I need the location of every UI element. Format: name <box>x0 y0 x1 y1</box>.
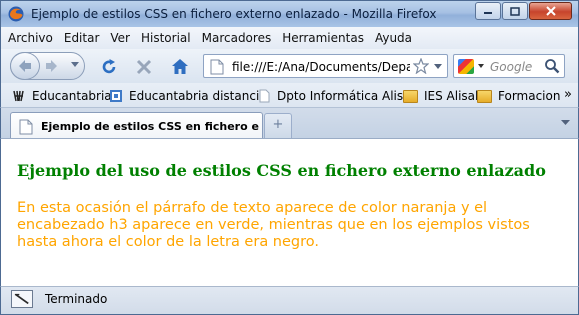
bookmarks-overflow-icon[interactable]: » <box>564 87 572 102</box>
window-title-bar[interactable]: Ejemplo de estilos CSS en fichero extern… <box>0 0 579 27</box>
educantabria-distancia-icon <box>110 90 122 102</box>
url-text[interactable]: file:///E:/Ana/Documents/Departamento/ <box>232 60 410 74</box>
search-bar[interactable]: Google <box>453 54 565 78</box>
menu-historial[interactable]: Historial <box>141 31 191 45</box>
url-dropdown-icon[interactable] <box>434 64 442 69</box>
google-engine-icon[interactable] <box>458 59 474 74</box>
bookmark-ies-alisal[interactable]: IES Alisal <box>403 89 478 103</box>
bookmarks-toolbar: Educantabria Educantabria distancia Dpto… <box>0 83 579 108</box>
bookmark-label: Educantabria <box>32 89 112 103</box>
bookmark-label: Educantabria distancia <box>129 89 267 103</box>
firefox-logo-icon <box>8 6 24 22</box>
page-content: Ejemplo del uso de estilos CSS en ficher… <box>0 138 579 286</box>
back-button[interactable] <box>10 52 40 80</box>
window-title: Ejemplo de estilos CSS en fichero extern… <box>31 7 437 21</box>
bookmark-star-icon[interactable] <box>413 58 429 74</box>
menu-herramientas[interactable]: Herramientas <box>282 31 364 45</box>
tab-active[interactable]: Ejemplo de estilos CSS en fichero ext... <box>10 112 263 139</box>
bookmark-educantabria[interactable]: Educantabria <box>12 89 112 103</box>
status-activity-icon <box>11 290 33 308</box>
bookmark-formacion[interactable]: Formacion <box>477 89 560 103</box>
bookmark-dpto-informatica[interactable]: Dpto Informática Alisal <box>257 89 414 103</box>
menu-editar[interactable]: Editar <box>64 31 100 45</box>
back-forward-group <box>10 52 85 80</box>
menu-marcadores[interactable]: Marcadores <box>202 31 272 45</box>
menu-ayuda[interactable]: Ayuda <box>375 31 412 45</box>
status-text: Terminado <box>45 292 108 306</box>
minimize-icon <box>484 12 492 14</box>
page-icon <box>259 89 270 103</box>
tab-strip: Ejemplo de estilos CSS en fichero ext...… <box>0 108 579 139</box>
history-dropdown-icon[interactable] <box>71 62 79 68</box>
maximize-button[interactable] <box>502 2 528 20</box>
minimize-button[interactable] <box>475 2 501 20</box>
search-icon[interactable] <box>544 58 560 74</box>
engine-dropdown-icon[interactable] <box>478 64 484 68</box>
home-icon[interactable] <box>170 57 190 76</box>
back-icon <box>19 60 31 72</box>
page-icon <box>210 59 224 75</box>
tab-list-dropdown-icon[interactable] <box>561 120 570 125</box>
status-bar: Terminado <box>0 286 579 315</box>
tab-title: Ejemplo de estilos CSS en fichero ext... <box>41 120 259 133</box>
reload-icon[interactable] <box>100 58 118 76</box>
search-placeholder[interactable]: Google <box>490 60 532 74</box>
bookmark-label: Dpto Informática Alisal <box>277 89 414 103</box>
bookmark-label: IES Alisal <box>424 89 479 103</box>
menu-bar: Archivo Editar Ver Historial Marcadores … <box>0 27 579 49</box>
page-paragraph: En esta ocasión el párrafo de texto apar… <box>17 200 530 250</box>
stop-icon[interactable] <box>135 58 153 76</box>
menu-archivo[interactable]: Archivo <box>8 31 53 45</box>
page-icon <box>19 119 33 135</box>
folder-icon <box>477 89 492 103</box>
new-tab-button[interactable]: + <box>264 113 292 138</box>
bookmark-label: Formacion <box>498 89 561 103</box>
page-heading: Ejemplo del uso de estilos CSS en ficher… <box>17 161 546 180</box>
educantabria-icon <box>13 90 24 102</box>
navigation-toolbar: file:///E:/Ana/Documents/Departamento/ G… <box>0 49 579 83</box>
url-bar[interactable]: file:///E:/Ana/Documents/Departamento/ <box>203 54 448 78</box>
forward-icon[interactable] <box>45 59 59 73</box>
maximize-icon <box>510 6 520 16</box>
close-button[interactable] <box>529 2 572 20</box>
close-icon <box>545 6 556 16</box>
bookmark-educantabria-distancia[interactable]: Educantabria distancia <box>109 89 267 103</box>
folder-icon <box>403 89 418 103</box>
menu-ver[interactable]: Ver <box>110 31 130 45</box>
